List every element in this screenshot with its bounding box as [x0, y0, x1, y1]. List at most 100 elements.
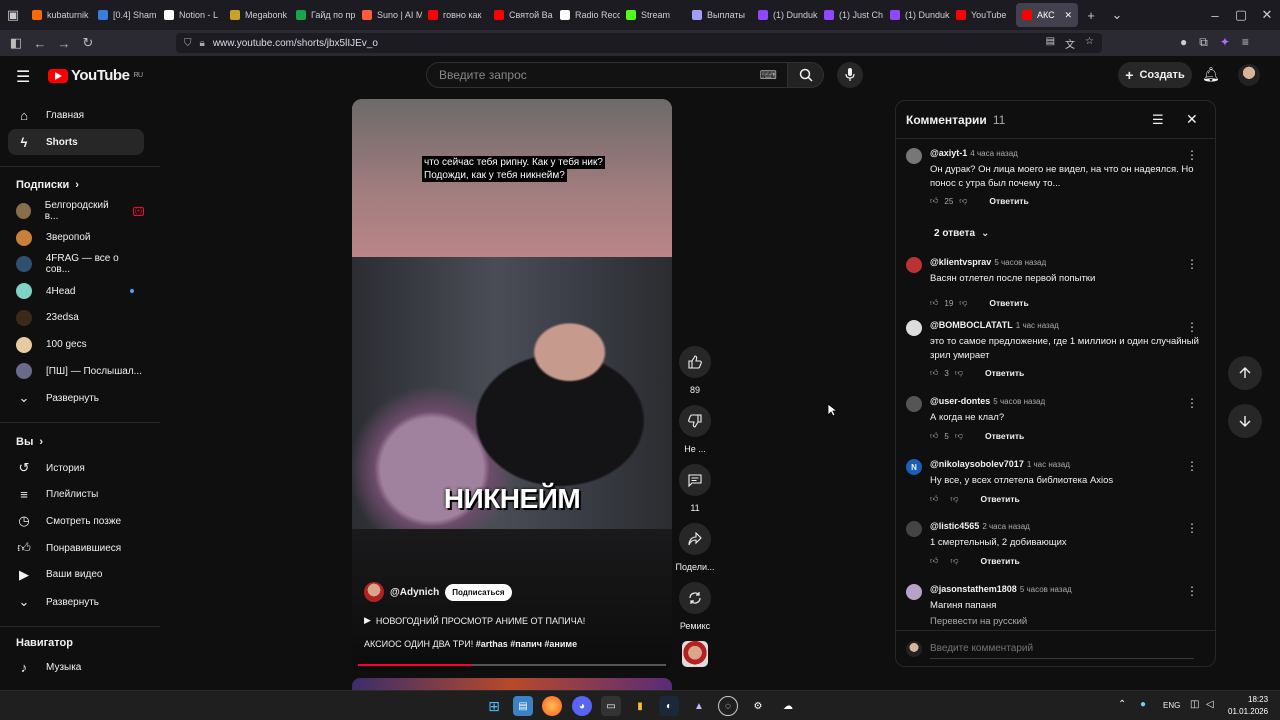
settings-icon[interactable]: ⚙ [748, 696, 768, 716]
comment-time[interactable]: 5 часов назад [1020, 585, 1072, 594]
discord-icon[interactable]: ◕ [572, 696, 592, 716]
comment-input[interactable] [930, 639, 1194, 659]
search-input[interactable]: Введите запрос ⌨ [426, 62, 788, 88]
thumbs-up-icon[interactable]: 👍︎ [930, 494, 938, 504]
comment-avatar[interactable] [906, 148, 922, 164]
sidebar-item-history[interactable]: ↺ История [8, 455, 144, 481]
more-options-icon[interactable]: ⋮ [1186, 584, 1198, 598]
sidebar-toggle-icon[interactable]: ◧ [4, 31, 28, 55]
create-button[interactable]: + Создать [1118, 62, 1192, 88]
replies-toggle[interactable]: 2 ответа ⌄ [934, 228, 989, 239]
previous-short-button[interactable] [1228, 356, 1262, 390]
start-icon[interactable]: ⊞ [484, 696, 504, 716]
thumbs-up-icon[interactable]: 👍︎ [930, 431, 938, 441]
expand-subscriptions-button[interactable]: ⌄ Развернуть [8, 385, 144, 411]
comment-avatar[interactable] [906, 584, 922, 600]
sidebar-item-watch-later[interactable]: ◷ Смотреть позже [8, 508, 144, 534]
comment-author[interactable]: @nikolaysobolev7017 [930, 459, 1024, 469]
reader-view-icon[interactable]: ▤ [1046, 36, 1055, 51]
browser-tab[interactable]: (1) Just Ch [818, 0, 884, 30]
account-icon[interactable]: ● [1180, 35, 1187, 50]
tab-list-dropdown-icon[interactable]: ⌄ [1104, 0, 1130, 30]
thumbs-down-icon[interactable]: 👎︎ [955, 368, 963, 378]
short-video-player[interactable]: что сейчас тебя рипну. Как у тебя ник? П… [352, 99, 672, 670]
browser-tab[interactable]: (1) Dunduk [752, 0, 818, 30]
sidebar-item-music[interactable]: ♪ Музыка [8, 654, 144, 680]
comment-avatar[interactable]: N [906, 459, 922, 475]
sidebar-item-subscription[interactable]: Зверопой [8, 225, 144, 251]
forward-button[interactable]: → [52, 31, 76, 55]
browser-tab[interactable]: kubaturnik [26, 0, 92, 30]
thumbs-down-icon[interactable]: 👎︎ [959, 298, 967, 308]
notifications-bell-icon[interactable]: 🔔︎ [1202, 66, 1220, 83]
network-icon[interactable]: ◫ [1190, 699, 1199, 710]
tray-chevron-up-icon[interactable]: ⌃ [1118, 699, 1126, 710]
comment-time[interactable]: 1 час назад [1027, 460, 1070, 469]
sidebar-item-subscription[interactable]: 4Head [8, 278, 144, 304]
comment-avatar[interactable] [906, 396, 922, 412]
browser-tab[interactable]: Гайд по пр [290, 0, 356, 30]
comment-author[interactable]: @axiyt-1 [930, 148, 967, 158]
steam-icon[interactable]: ◐ [659, 696, 679, 716]
thumbs-up-icon[interactable]: 👍︎ [930, 556, 938, 566]
close-window-button[interactable]: ✕ [1254, 0, 1280, 30]
next-short-button[interactable] [1228, 404, 1262, 438]
subscribe-button[interactable]: Подписаться [445, 583, 512, 601]
sort-icon[interactable]: ☰ [1152, 112, 1164, 128]
thumbs-up-icon[interactable]: 👍︎ [930, 298, 938, 308]
search-button[interactable] [788, 62, 824, 88]
sidebar-item-subscription[interactable]: Белгородский в... (•) [8, 198, 144, 224]
browser-tab[interactable]: [0.4] Sham [92, 0, 158, 30]
sidebar-item-subscription[interactable]: 23edsa [8, 305, 144, 331]
sidebar-item-subscription[interactable]: 4FRAG — все о сов... [8, 251, 144, 277]
sidebar-item-subscription[interactable]: 100 gecs [8, 332, 144, 358]
browser-tab[interactable]: АКС ✕ [1016, 3, 1078, 27]
more-options-icon[interactable]: ⋮ [1186, 396, 1198, 410]
subscriptions-heading[interactable]: Подписки › [16, 179, 79, 191]
comments-button[interactable] [679, 464, 711, 496]
comment-time[interactable]: 1 час назад [1016, 321, 1059, 330]
channel-name[interactable]: @Adynich [390, 587, 439, 598]
maximize-button[interactable]: ▢ [1228, 0, 1254, 30]
next-short-preview[interactable] [352, 678, 672, 690]
thumbs-down-icon[interactable]: 👎︎ [950, 556, 958, 566]
bookmark-star-icon[interactable]: ☆ [1085, 36, 1094, 51]
browser-tab[interactable]: YouTube [950, 0, 1016, 30]
more-options-icon[interactable]: ⋮ [1186, 148, 1198, 162]
comment-avatar[interactable] [906, 320, 922, 336]
browser-tab[interactable]: Megabonk [224, 0, 290, 30]
more-options-icon[interactable]: ⋮ [1186, 257, 1198, 271]
system-clock[interactable]: 18:23 01.01.2026 [1228, 694, 1268, 718]
comment-avatar[interactable] [906, 257, 922, 273]
reply-button[interactable]: Ответить [989, 196, 1028, 206]
sidebar-item-home[interactable]: ⌂ Главная [8, 102, 144, 128]
thumbs-down-icon[interactable]: 👎︎ [950, 494, 958, 504]
reload-button[interactable]: ↻ [76, 31, 100, 55]
thumbs-up-icon[interactable]: 👍︎ [930, 196, 938, 206]
volume-icon[interactable]: ◁ [1206, 699, 1214, 710]
minimize-button[interactable]: – [1202, 0, 1228, 30]
browser-tab[interactable]: Suno | AI M [356, 0, 422, 30]
browser-tab[interactable]: (1) Dunduk [884, 0, 950, 30]
video-hashtags[interactable]: #arthas #папич #аниме [476, 639, 577, 649]
sidebar-item-your-videos[interactable]: ▶ Ваши видео [8, 562, 144, 588]
share-button[interactable] [679, 523, 711, 555]
tab-overview-icon[interactable]: ▣ [0, 0, 26, 30]
browser-tab[interactable]: Святой Ва [488, 0, 554, 30]
app-icon[interactable]: ◌ [718, 696, 738, 716]
browser-tab[interactable]: Выплаты [686, 0, 752, 30]
comment-author[interactable]: @klientvsprav [930, 257, 991, 267]
extension-icon[interactable]: ✦ [1220, 35, 1230, 50]
language-indicator[interactable]: ENG [1163, 701, 1180, 710]
comment-author[interactable]: @BOMBOCLATATL [930, 320, 1013, 330]
youtube-logo[interactable]: YouTube RU [48, 67, 143, 84]
comment-author[interactable]: @user-dontes [930, 396, 990, 406]
browser-tab[interactable]: Radio Reco [554, 0, 620, 30]
more-options-icon[interactable]: ⋮ [1186, 459, 1198, 473]
hamburger-menu-icon[interactable]: ☰ [16, 67, 30, 87]
tray-mic-icon[interactable]: ● [1140, 699, 1146, 710]
video-title[interactable]: ▶ НОВОГОДНИЙ ПРОСМОТР АНИМЕ ОТ ПАПИЧА! [364, 615, 585, 626]
browser-tab[interactable]: Notion - L [158, 0, 224, 30]
back-button[interactable]: ← [28, 31, 52, 55]
app-icon[interactable]: ▮ [630, 696, 650, 716]
